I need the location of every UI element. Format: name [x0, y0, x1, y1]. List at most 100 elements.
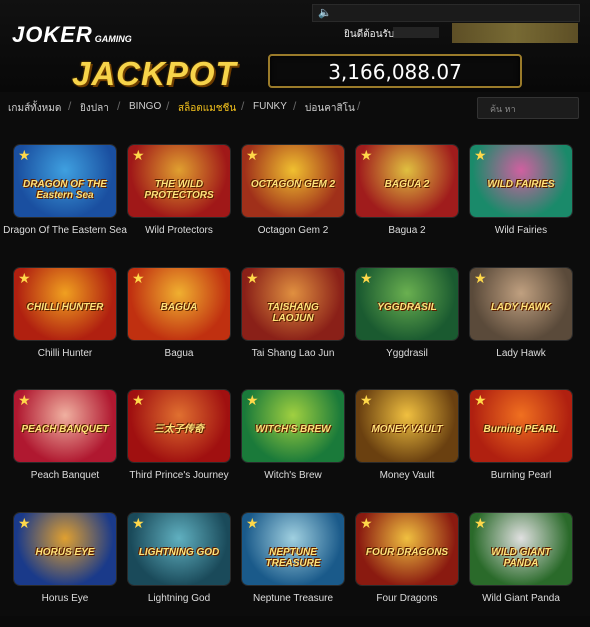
game-tile[interactable]: ★ HORUS EYE — [14, 513, 116, 585]
nav-separator: / — [293, 99, 297, 113]
game-name[interactable]: Wild Fairies — [456, 225, 586, 236]
game-title-art: CHILLI HUNTER — [26, 302, 104, 313]
game-tile[interactable]: ★ LADY HAWK — [470, 268, 572, 340]
balance-blurred — [452, 23, 578, 43]
star-icon: ★ — [474, 270, 487, 286]
star-icon: ★ — [246, 270, 259, 286]
star-icon: ★ — [132, 147, 145, 163]
game-name[interactable]: Peach Banquet — [0, 470, 130, 481]
star-icon: ★ — [474, 392, 487, 408]
speaker-icon: 🔈 — [318, 7, 332, 19]
game-tile[interactable]: ★ NEPTUNE TREASURE — [242, 513, 344, 585]
game-title-art: LIGHTNING GOD — [138, 547, 220, 558]
nav-separator: / — [357, 99, 361, 113]
game-tile[interactable]: ★ PEACH BANQUET — [14, 390, 116, 462]
game-tile[interactable]: ★ WITCH'S BREW — [242, 390, 344, 462]
game-tile[interactable]: ★ Burning PEARL — [470, 390, 572, 462]
game-name[interactable]: Dragon Of The Eastern Sea — [0, 225, 130, 236]
game-title-art: MONEY VAULT — [371, 424, 443, 435]
game-tile[interactable]: ★ BAGUA 2 — [356, 145, 458, 217]
game-tile[interactable]: ★ FOUR DRAGONS — [356, 513, 458, 585]
star-icon: ★ — [360, 515, 373, 531]
star-icon: ★ — [246, 515, 259, 531]
star-icon: ★ — [18, 147, 31, 163]
game-name[interactable]: Neptune Treasure — [228, 593, 358, 604]
game-tile[interactable]: ★ WILD FAIRIES — [470, 145, 572, 217]
jackpot-value: 3,166,088.07 — [328, 60, 462, 84]
star-icon: ★ — [474, 515, 487, 531]
top-header: JOKER GAMING 🔈 ยินดีต้อนรับ JACKPOT 3,166… — [0, 0, 590, 92]
game-title-art: PEACH BANQUET — [21, 424, 109, 435]
game-name[interactable]: Money Vault — [342, 470, 472, 481]
game-title-art: WITCH'S BREW — [255, 424, 331, 435]
game-name[interactable]: Wild Protectors — [114, 225, 244, 236]
star-icon: ★ — [246, 147, 259, 163]
game-tile[interactable]: ★ CHILLI HUNTER — [14, 268, 116, 340]
game-title-art: NEPTUNE TREASURE — [265, 547, 321, 569]
game-title-art: YGGDRASIL — [377, 302, 437, 313]
announcement-ticker: 🔈 — [312, 4, 580, 22]
star-icon: ★ — [132, 392, 145, 408]
game-tile[interactable]: ★ YGGDRASIL — [356, 268, 458, 340]
game-name[interactable]: Burning Pearl — [456, 470, 586, 481]
game-title-art: FOUR DRAGONS — [365, 547, 449, 558]
nav-item-5[interactable]: บ่อนคาสิโน — [305, 101, 355, 116]
game-name[interactable]: Lightning God — [114, 593, 244, 604]
game-tile[interactable]: ★ WILD GIANT PANDA — [470, 513, 572, 585]
nav-separator: / — [241, 99, 245, 113]
game-title-art: 三太子传奇 — [154, 424, 204, 435]
game-tile[interactable]: ★ THE WILD PROTECTORS — [128, 145, 230, 217]
game-name[interactable]: Bagua 2 — [342, 225, 472, 236]
star-icon: ★ — [18, 270, 31, 286]
game-name[interactable]: Witch's Brew — [228, 470, 358, 481]
game-tile[interactable]: ★ TAISHANG LAOJUN — [242, 268, 344, 340]
star-icon: ★ — [246, 392, 259, 408]
game-name[interactable]: Chilli Hunter — [0, 348, 130, 359]
game-name[interactable]: Tai Shang Lao Jun — [228, 348, 358, 359]
nav-separator: / — [166, 99, 170, 113]
game-name[interactable]: Horus Eye — [0, 593, 130, 604]
nav-item-0[interactable]: เกมส์ทั้งหมด — [8, 101, 61, 116]
game-title-art: WILD FAIRIES — [487, 179, 555, 190]
star-icon: ★ — [474, 147, 487, 163]
star-icon: ★ — [360, 147, 373, 163]
star-icon: ★ — [132, 515, 145, 531]
game-name[interactable]: Four Dragons — [342, 593, 472, 604]
star-icon: ★ — [132, 270, 145, 286]
game-tile[interactable]: ★ LIGHTNING GOD — [128, 513, 230, 585]
game-tile[interactable]: ★ MONEY VAULT — [356, 390, 458, 462]
search-box[interactable]: ค้น หา — [477, 97, 579, 119]
game-name[interactable]: Third Prince's Journey — [114, 470, 244, 481]
game-tile[interactable]: ★ BAGUA — [128, 268, 230, 340]
game-title-art: THE WILD PROTECTORS — [144, 179, 214, 201]
game-title-art: Burning PEARL — [483, 424, 559, 435]
game-name[interactable]: Yggdrasil — [342, 348, 472, 359]
game-tile[interactable]: ★ 三太子传奇 — [128, 390, 230, 462]
game-title-art: HORUS EYE — [35, 547, 95, 558]
nav-item-1[interactable]: ยิงปลา — [80, 101, 109, 116]
game-name[interactable]: Octagon Gem 2 — [228, 225, 358, 236]
nav-item-2[interactable]: BINGO — [129, 101, 161, 112]
game-name[interactable]: Bagua — [114, 348, 244, 359]
nav-separator: / — [117, 99, 121, 113]
nav-item-4[interactable]: FUNKY — [253, 101, 287, 112]
nav-item-3[interactable]: สล็อตแมชชีน — [178, 101, 236, 116]
game-title-art: LADY HAWK — [490, 302, 552, 313]
game-title-art: TAISHANG LAOJUN — [267, 302, 319, 324]
game-tile[interactable]: ★ DRAGON OF THE Eastern Sea — [14, 145, 116, 217]
game-name[interactable]: Lady Hawk — [456, 348, 586, 359]
star-icon: ★ — [360, 270, 373, 286]
game-title-art: DRAGON OF THE Eastern Sea — [23, 179, 107, 201]
star-icon: ★ — [360, 392, 373, 408]
game-title-art: BAGUA — [160, 302, 198, 313]
star-icon: ★ — [18, 392, 31, 408]
game-title-art: OCTAGON GEM 2 — [250, 179, 336, 190]
game-title-art: WILD GIANT PANDA — [491, 547, 551, 569]
jackpot-title: JACKPOT — [72, 55, 237, 92]
jackpot-counter: 3,166,088.07 — [268, 54, 522, 88]
next-row-partial — [0, 616, 590, 627]
game-tile[interactable]: ★ OCTAGON GEM 2 — [242, 145, 344, 217]
game-name[interactable]: Wild Giant Panda — [456, 593, 586, 604]
joker-logo[interactable]: JOKER GAMING — [12, 22, 132, 48]
username-blurred — [393, 27, 439, 38]
